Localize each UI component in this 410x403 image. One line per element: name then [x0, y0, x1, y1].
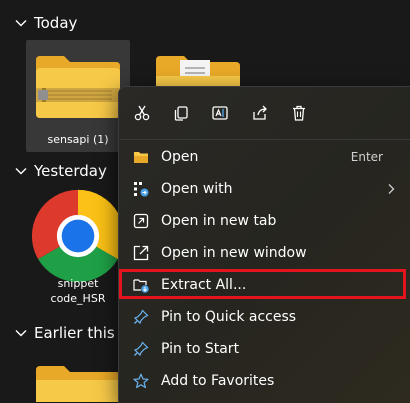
pin-icon [133, 309, 149, 325]
menu-item-open-with[interactable]: Open with [119, 173, 410, 205]
rename-icon [212, 106, 228, 120]
copy-icon [174, 106, 188, 121]
group-title: Today [34, 14, 78, 32]
cut-icon [134, 105, 150, 121]
context-menu-toolbar [119, 87, 410, 139]
menu-item-label: Add to Favorites [161, 373, 275, 389]
menu-item-shortcut: Enter [350, 150, 383, 164]
chevron-down-icon [15, 20, 27, 27]
open-with-icon [134, 182, 149, 197]
file-tile-sensapi[interactable]: sensapi (1) [26, 40, 130, 152]
chrome-icon [31, 189, 125, 283]
zip-folder-icon [36, 56, 120, 118]
file-tile-folder[interactable] [150, 40, 250, 94]
chevron-down-icon [15, 168, 27, 175]
file-tile-earlier-folder[interactable] [26, 352, 130, 402]
new-tab-icon [133, 213, 149, 229]
chevron-right-icon [388, 184, 395, 194]
star-icon [133, 373, 149, 389]
share-button[interactable] [247, 100, 273, 126]
folder-icon [36, 366, 120, 402]
context-menu: Open Enter Open with Open in new tab Ope… [118, 86, 410, 403]
menu-item-label: Pin to Quick access [161, 309, 297, 325]
menu-item-pin-start[interactable]: Pin to Start [119, 333, 410, 365]
file-name: sensapi (1) [47, 133, 109, 146]
folder-open-icon [134, 152, 148, 163]
menu-item-label: Open [161, 149, 199, 165]
group-earlier[interactable]: Earlier this w [14, 322, 132, 344]
menu-item-open-new-tab[interactable]: Open in new tab [119, 205, 410, 237]
menu-item-add-favorites[interactable]: Add to Favorites [119, 365, 410, 397]
chevron-down-icon [15, 330, 27, 337]
menu-item-label: Open in new tab [161, 213, 277, 229]
menu-item-label: Open in new window [161, 245, 307, 261]
group-title: Yesterday [34, 162, 107, 180]
cut-button[interactable] [129, 100, 155, 126]
group-yesterday[interactable]: Yesterday [14, 160, 107, 182]
delete-icon [293, 105, 305, 121]
menu-separator [120, 139, 410, 140]
rename-button[interactable] [207, 100, 233, 126]
file-tile-snippet[interactable]: snippet code_HSR [26, 182, 130, 305]
copy-button[interactable] [168, 100, 194, 126]
menu-item-open[interactable]: Open Enter [119, 141, 410, 173]
menu-item-pin-quick-access[interactable]: Pin to Quick access [119, 301, 410, 333]
file-name: snippet code_HSR [50, 277, 106, 305]
annotation-highlight-box [119, 269, 406, 299]
group-today[interactable]: Today [14, 12, 77, 34]
share-icon [253, 105, 267, 120]
menu-item-label: Open with [161, 181, 233, 197]
menu-item-label: Pin to Start [161, 341, 240, 357]
pin-icon [133, 341, 149, 357]
new-window-icon [133, 245, 149, 261]
menu-item-open-new-window[interactable]: Open in new window [119, 237, 410, 269]
delete-button[interactable] [286, 100, 312, 126]
